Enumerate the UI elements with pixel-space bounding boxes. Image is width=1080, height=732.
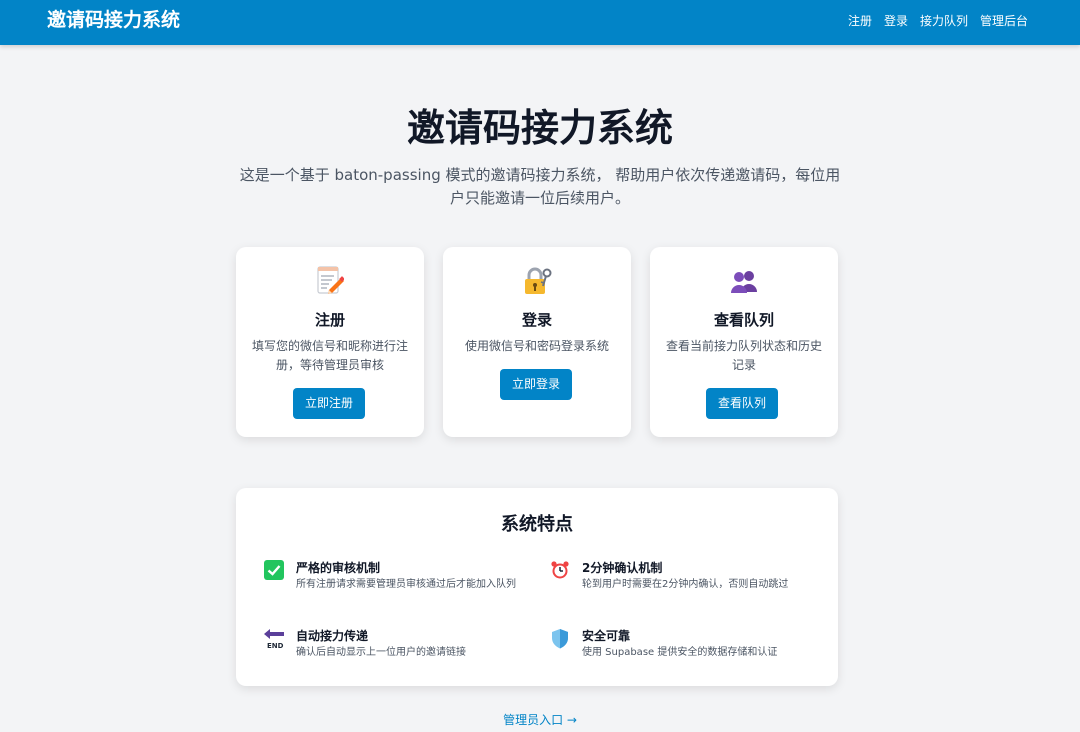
features-title: 系统特点: [501, 514, 573, 535]
login-card-description: 使用微信号和密码登录系统: [464, 339, 609, 353]
navbar: 邀请码接力系统 注册 登录 接力队列 管理后台: [0, 0, 1080, 45]
register-card-description: 填写您的微信号和昵称进行注册，等待管理员审核: [251, 339, 408, 372]
register-card-title: 注册: [314, 311, 345, 329]
feature-review-title: 严格的审核机制: [296, 561, 381, 575]
queue-card: 查看队列 查看当前接力队列状态和历史记录 查看队列: [650, 247, 838, 437]
feature-review-description: 所有注册请求需要管理员审核通过后才能加入队列: [296, 579, 516, 590]
login-card: 登录 使用微信号和密码登录系统 立即登录: [443, 247, 631, 437]
login-now-button[interactable]: 立即登录: [500, 369, 573, 400]
features-panel: 系统特点 严格的审核机制 所有注册请求需要管理员审核通过后才能加入队列 2分钟确…: [236, 488, 838, 686]
lock-with-key-icon: [443, 265, 631, 297]
nav-admin-link[interactable]: 管理后台: [980, 13, 1028, 29]
register-card: 注册 填写您的微信号和昵称进行注册，等待管理员审核 立即注册: [236, 247, 424, 437]
view-queue-button[interactable]: 查看队列: [706, 388, 779, 419]
queue-card-description: 查看当前接力队列状态和历史记录: [665, 339, 822, 372]
feature-relay-title: 自动接力传递: [296, 629, 369, 643]
memo-icon: [236, 265, 424, 297]
feature-relay-description: 确认后自动显示上一位用户的邀请链接: [296, 647, 466, 658]
feature-confirm-title: 2分钟确认机制: [582, 561, 663, 575]
check-mark-icon: [264, 560, 286, 582]
queue-card-title: 查看队列: [713, 311, 774, 329]
feature-secure-title: 安全可靠: [582, 629, 631, 643]
people-icon: [650, 265, 838, 297]
register-now-button[interactable]: 立即注册: [293, 388, 366, 419]
admin-entry-link[interactable]: 管理员入口 →: [0, 711, 1080, 729]
nav-links: 注册 登录 接力队列 管理后台: [848, 13, 1028, 29]
alarm-clock-icon: [550, 560, 572, 582]
nav-queue-link[interactable]: 接力队列: [920, 13, 968, 29]
page-title: 邀请码接力系统: [406, 106, 673, 150]
feature-secure-description: 使用 Supabase 提供安全的数据存储和认证: [582, 647, 778, 658]
page-description: 这是一个基于 baton-passing 模式的邀请码接力系统， 帮助用户依次传…: [239, 166, 841, 207]
nav-login-link[interactable]: 登录: [884, 13, 908, 29]
login-card-title: 登录: [521, 311, 552, 329]
end-arrow-icon: END: [264, 628, 286, 650]
brand-logo[interactable]: 邀请码接力系统: [47, 8, 180, 32]
feature-confirm-description: 轮到用户时需要在2分钟内确认，否则自动跳过: [582, 579, 789, 590]
shield-icon: [550, 628, 572, 650]
svg-text:END: END: [267, 642, 284, 650]
nav-register-link[interactable]: 注册: [848, 13, 872, 29]
